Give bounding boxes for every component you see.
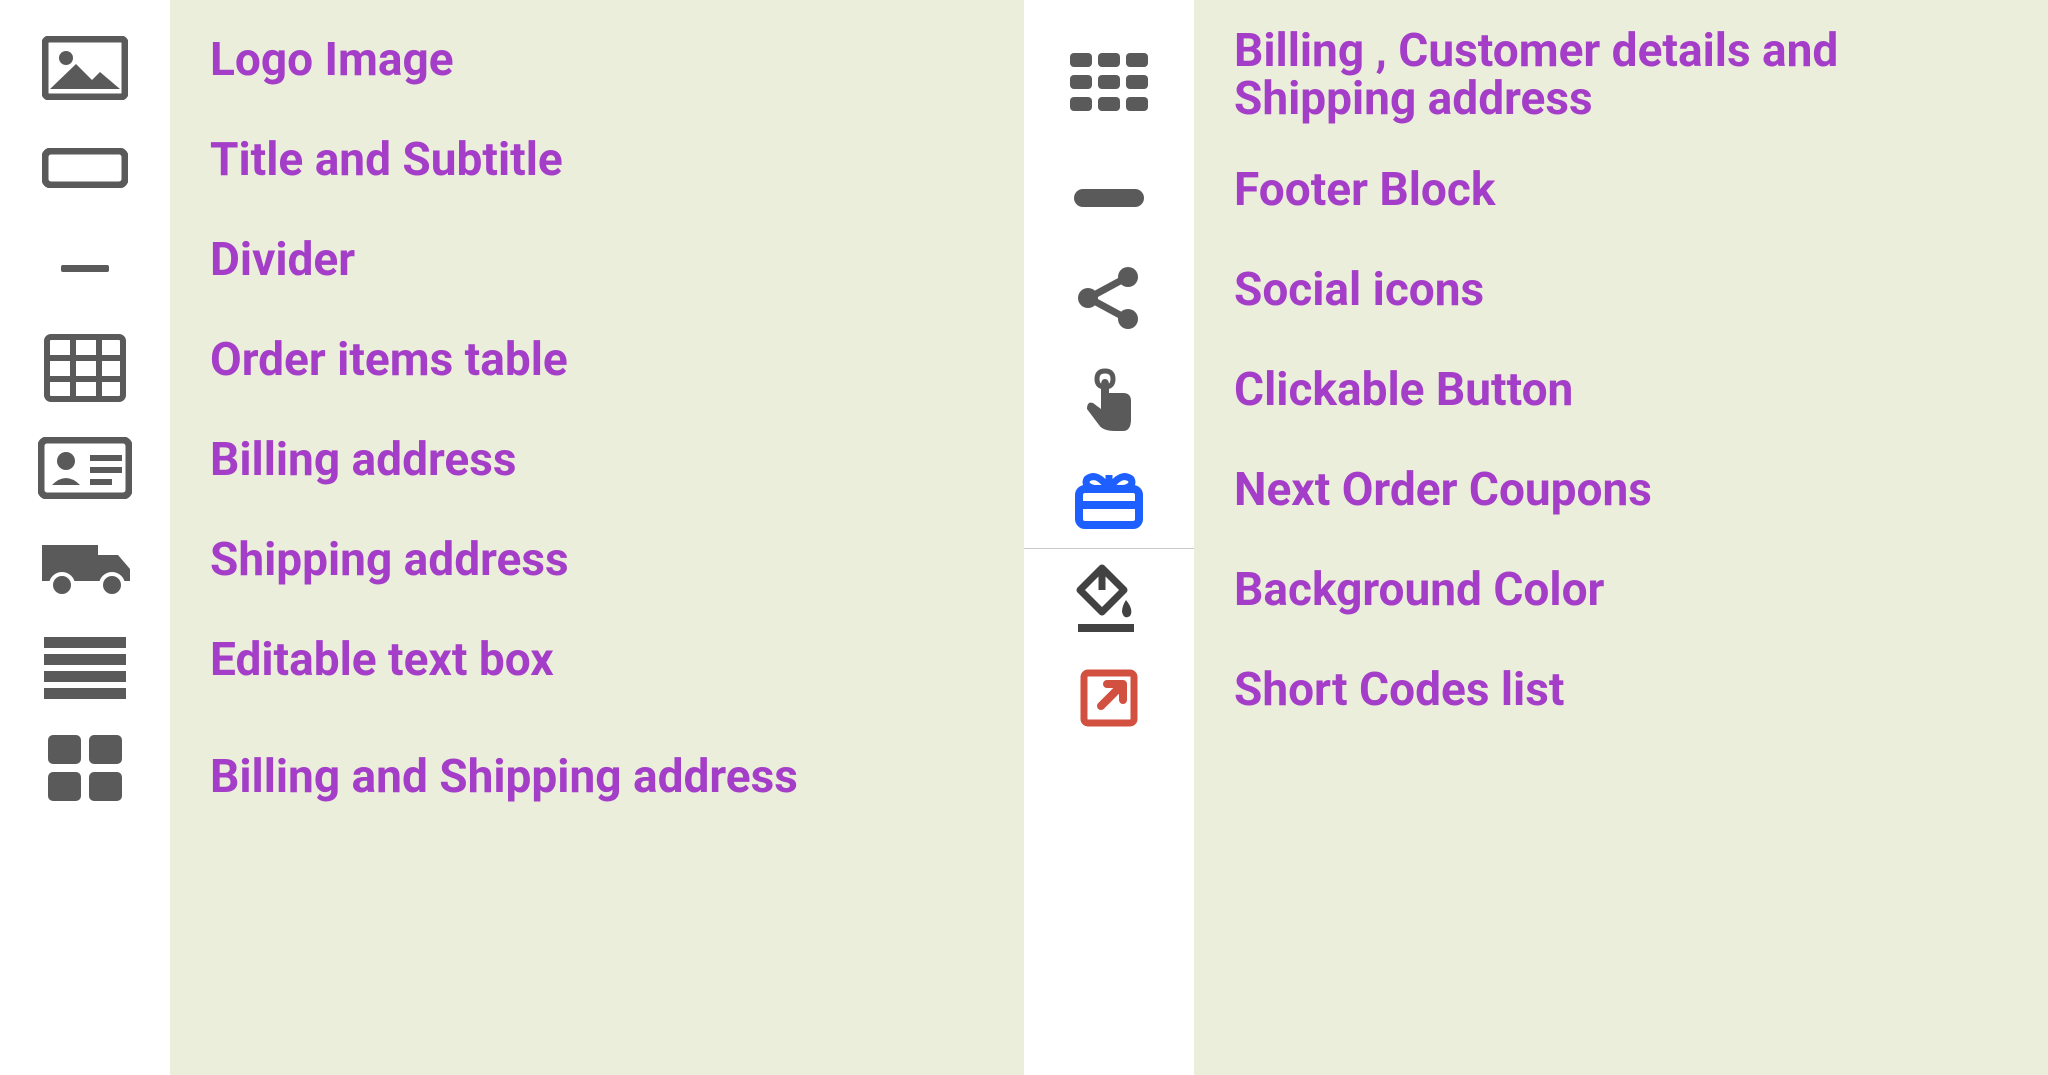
label-text: Order items table xyxy=(210,336,568,384)
label-text: Billing , Customer details and Shipping … xyxy=(1234,27,2018,124)
label-text: Title and Subtitle xyxy=(210,136,563,184)
tap-icon xyxy=(1079,361,1139,435)
label-text: Background Color xyxy=(1234,566,1604,614)
divider-icon xyxy=(61,262,109,274)
billing-address-option[interactable] xyxy=(0,418,170,518)
label-row: Background Color xyxy=(1234,540,2018,640)
label-text: Editable text box xyxy=(210,636,554,684)
label-text: Footer Block xyxy=(1234,166,1495,214)
label-row: Billing address xyxy=(210,410,994,510)
label-row: Short Codes list xyxy=(1234,640,2018,740)
label-row: Shipping address xyxy=(210,510,994,610)
left-column: Logo Image Title and Subtitle Divider Or… xyxy=(0,0,1024,1075)
editable-text-box-option[interactable] xyxy=(0,618,170,718)
shipping-address-option[interactable] xyxy=(0,518,170,618)
label-row: Editable text box xyxy=(210,610,994,710)
label-row: Billing , Customer details and Shipping … xyxy=(1234,10,2018,140)
grid-3x3-icon xyxy=(1070,53,1148,113)
label-row: Divider xyxy=(210,210,994,310)
title-icon xyxy=(42,148,128,188)
label-text: Short Codes list xyxy=(1234,666,1564,714)
label-row: Social icons xyxy=(1234,240,2018,340)
paint-bucket-icon xyxy=(1074,562,1144,636)
text-lines-icon xyxy=(44,637,126,699)
truck-icon xyxy=(38,535,132,601)
label-row: Title and Subtitle xyxy=(210,110,994,210)
clickable-button-option[interactable] xyxy=(1024,348,1194,448)
gift-icon xyxy=(1073,465,1145,531)
title-subtitle-option[interactable] xyxy=(0,118,170,218)
label-text: Logo Image xyxy=(210,36,454,84)
order-items-table-option[interactable] xyxy=(0,318,170,418)
left-icon-strip xyxy=(0,0,170,1075)
right-label-strip: Billing , Customer details and Shipping … xyxy=(1194,0,2048,1075)
label-row: Next Order Coupons xyxy=(1234,440,2018,540)
label-text: Clickable Button xyxy=(1234,366,1573,414)
background-color-option[interactable] xyxy=(1024,548,1194,648)
right-icon-strip xyxy=(1024,0,1194,1075)
divider-option[interactable] xyxy=(0,218,170,318)
next-order-coupons-option[interactable] xyxy=(1024,448,1194,548)
label-text: Billing address xyxy=(210,436,516,484)
grid-2x2-icon xyxy=(48,735,122,801)
label-text: Next Order Coupons xyxy=(1234,466,1652,514)
label-text: Billing and Shipping address xyxy=(210,753,798,801)
social-icons-option[interactable] xyxy=(1024,248,1194,348)
label-text: Social icons xyxy=(1234,266,1484,314)
footer-block-option[interactable] xyxy=(1024,148,1194,248)
billing-customer-shipping-option[interactable] xyxy=(1024,18,1194,148)
id-card-icon xyxy=(38,437,132,499)
share-icon xyxy=(1074,263,1144,333)
logo-image-option[interactable] xyxy=(0,18,170,118)
billing-shipping-address-option[interactable] xyxy=(0,718,170,818)
image-icon xyxy=(42,36,128,100)
right-column: Billing , Customer details and Shipping … xyxy=(1024,0,2048,1075)
footer-icon xyxy=(1074,189,1144,207)
table-icon xyxy=(44,334,126,402)
label-row: Order items table xyxy=(210,310,994,410)
external-link-icon xyxy=(1079,668,1139,728)
short-codes-list-option[interactable] xyxy=(1024,648,1194,748)
label-row: Clickable Button xyxy=(1234,340,2018,440)
label-row: Billing and Shipping address xyxy=(210,710,994,845)
label-text: Shipping address xyxy=(210,536,569,584)
left-label-strip: Logo Image Title and Subtitle Divider Or… xyxy=(170,0,1024,1075)
label-row: Logo Image xyxy=(210,10,994,110)
label-text: Divider xyxy=(210,236,355,284)
label-row: Footer Block xyxy=(1234,140,2018,240)
